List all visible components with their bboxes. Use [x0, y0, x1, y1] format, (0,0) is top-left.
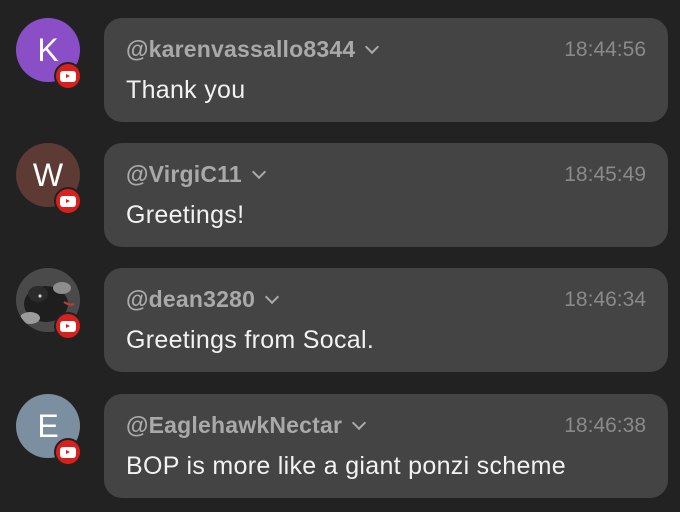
username[interactable]: @VirgiC11 [126, 161, 242, 188]
chat-message: E @EaglehawkNectar 18:46:38 BOP is more … [0, 394, 680, 498]
timestamp: 18:46:34 [564, 288, 646, 311]
chevron-down-icon[interactable] [251, 164, 266, 179]
youtube-icon [54, 438, 82, 466]
avatar[interactable]: W [16, 143, 82, 215]
avatar[interactable]: K [16, 18, 82, 90]
chevron-down-icon[interactable] [265, 289, 280, 304]
message-text: Greetings! [126, 201, 245, 229]
chevron-down-icon[interactable] [352, 415, 367, 430]
message-text: Thank you [126, 76, 246, 104]
message-bubble: @EaglehawkNectar 18:46:38 BOP is more li… [104, 394, 668, 498]
timestamp: 18:45:49 [564, 163, 646, 186]
message-bubble: @dean3280 18:46:34 Greetings from Socal. [104, 268, 668, 372]
avatar[interactable]: E [16, 394, 82, 466]
message-text: BOP is more like a giant ponzi scheme [126, 452, 567, 480]
chat-message: K @karenvassallo8344 18:44:56 Thank you [0, 18, 680, 122]
chat-feed: K @karenvassallo8344 18:44:56 Thank you … [0, 0, 680, 512]
message-bubble: @karenvassallo8344 18:44:56 Thank you [104, 18, 668, 122]
youtube-icon [54, 312, 82, 340]
avatar[interactable] [16, 268, 82, 340]
youtube-icon [54, 187, 82, 215]
timestamp: 18:46:38 [564, 414, 646, 437]
chat-message: @dean3280 18:46:34 Greetings from Socal. [0, 268, 680, 372]
username[interactable]: @karenvassallo8344 [126, 36, 355, 63]
message-bubble: @VirgiC11 18:45:49 Greetings! [104, 143, 668, 247]
youtube-icon [54, 62, 82, 90]
timestamp: 18:44:56 [564, 38, 646, 61]
username[interactable]: @dean3280 [126, 286, 255, 313]
chevron-down-icon[interactable] [365, 39, 380, 54]
username[interactable]: @EaglehawkNectar [126, 412, 342, 439]
message-text: Greetings from Socal. [126, 326, 375, 354]
chat-message: W @VirgiC11 18:45:49 Greetings! [0, 143, 680, 247]
